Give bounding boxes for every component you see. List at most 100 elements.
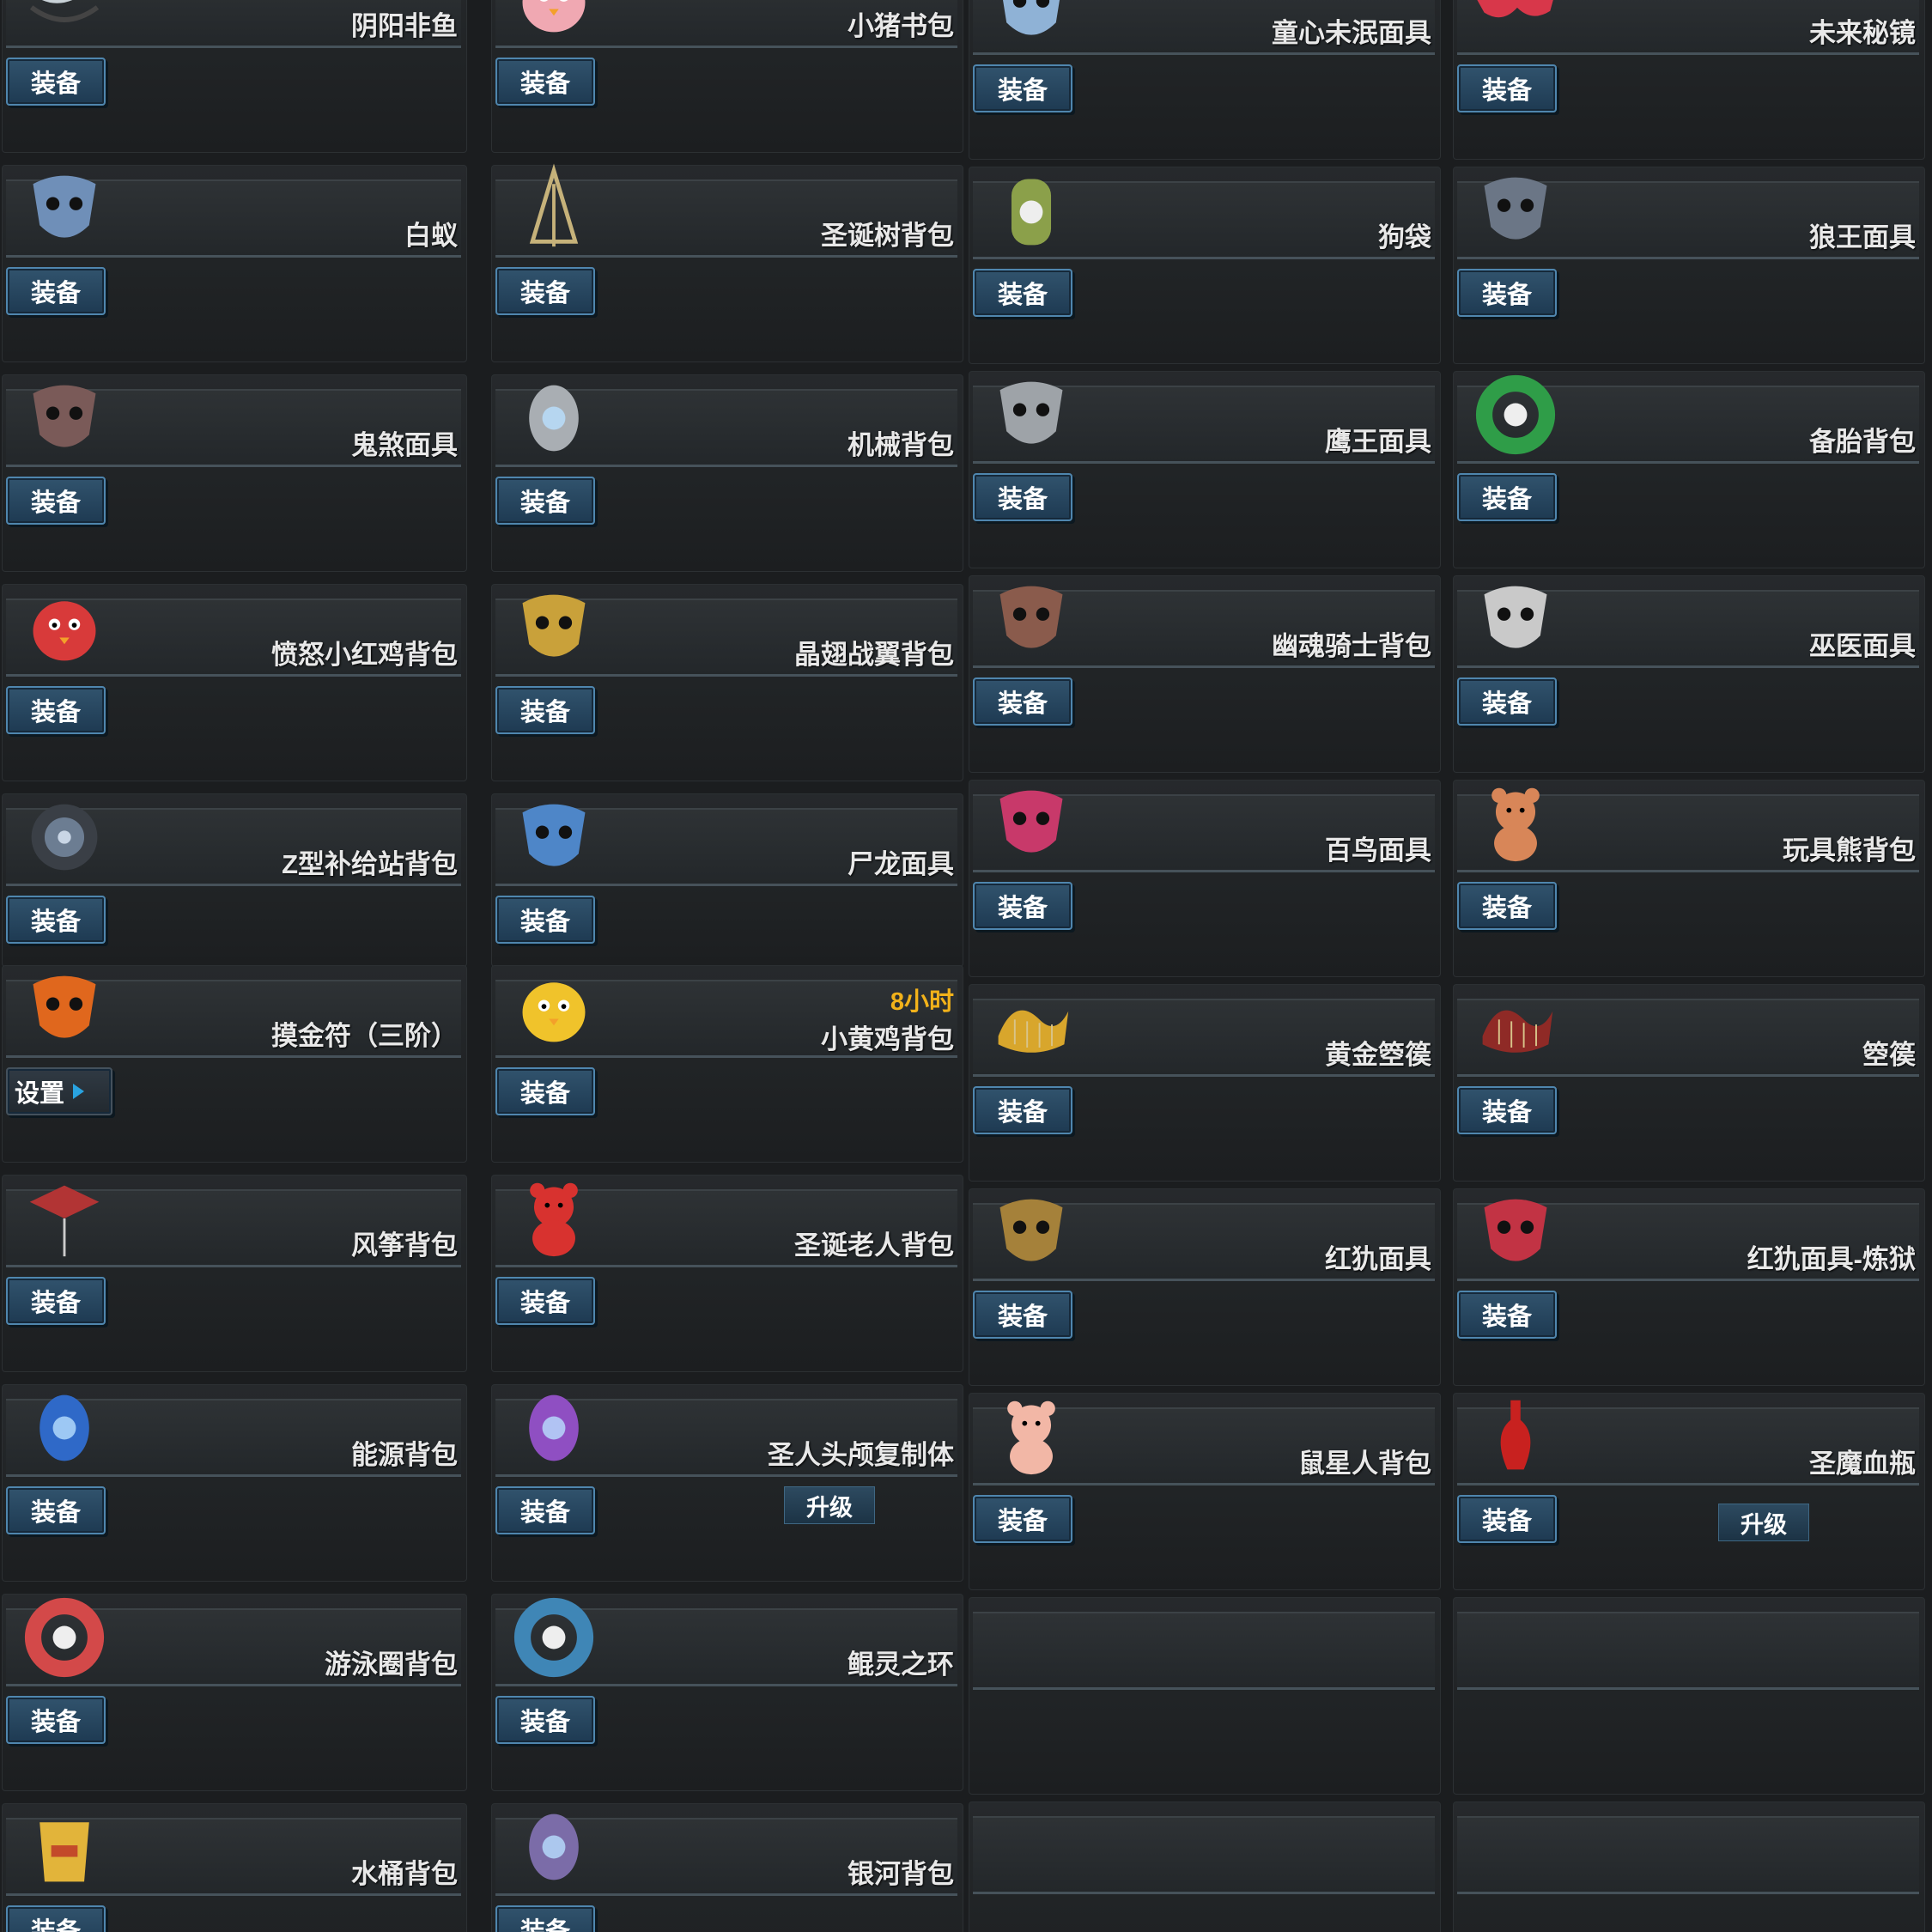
item-thumbnail: [511, 794, 597, 880]
equip-button[interactable]: 装备: [973, 269, 1072, 317]
energy-pack-icon: [39, 1394, 89, 1461]
item-card[interactable]: 黄金箜篌装备: [969, 984, 1441, 1182]
item-card[interactable]: 愤怒小红鸡背包 装备: [2, 584, 467, 781]
item-name: 机械背包: [848, 430, 954, 460]
item-card[interactable]: 8小时 小黄鸡背包 装备: [491, 965, 963, 1163]
kun-ring-icon: [513, 1597, 594, 1678]
item-name: 圣魔血瓶: [1809, 1449, 1916, 1479]
christmas-tree-icon: [529, 163, 579, 247]
equip-button[interactable]: 装备: [973, 1291, 1072, 1339]
equip-button[interactable]: 装备: [973, 677, 1072, 726]
equip-button[interactable]: 装备: [495, 896, 595, 944]
equip-button[interactable]: 装备: [6, 267, 106, 315]
item-card[interactable]: 鲲灵之环 装备: [491, 1594, 963, 1791]
item-card[interactable]: 摸金符（三阶） 设置: [2, 965, 467, 1163]
item-thumbnail: [511, 0, 597, 42]
equip-button[interactable]: 装备: [1457, 677, 1557, 726]
equip-button[interactable]: 装备: [1457, 269, 1557, 317]
equip-button[interactable]: 装备: [1457, 1086, 1557, 1134]
item-card[interactable]: 银河背包 装备: [491, 1803, 963, 1932]
item-card[interactable]: Z型补给站背包装备: [2, 793, 467, 967]
item-card[interactable]: 备胎背包 装备: [1453, 371, 1925, 568]
upgrade-button[interactable]: 升级: [1718, 1504, 1809, 1541]
equip-button[interactable]: 装备: [1457, 473, 1557, 521]
equip-button[interactable]: 装备: [6, 1486, 106, 1534]
equip-button[interactable]: 装备: [1457, 1291, 1557, 1339]
item-card[interactable]: 白蚁 装备: [2, 165, 467, 362]
item-thumbnail: [511, 1385, 597, 1471]
item-thumbnail: [511, 1804, 597, 1890]
equip-button[interactable]: 装备: [1457, 64, 1557, 112]
item-card[interactable]: 未来秘镜 装备: [1453, 0, 1925, 160]
item-card[interactable]: 圣人头颅复制体 装备 升级: [491, 1384, 963, 1582]
item-thumbnail: [21, 1595, 107, 1680]
equip-button[interactable]: 装备: [973, 64, 1072, 112]
item-name: 黄金箜篌: [1325, 1040, 1431, 1070]
item-thumbnail: [511, 163, 597, 252]
dog-bag-icon: [1011, 179, 1052, 246]
item-card[interactable]: 晶翅战翼背包 装备: [491, 584, 963, 781]
item-card[interactable]: 水桶背包 装备: [2, 1803, 467, 1932]
equip-button[interactable]: 装备: [6, 58, 106, 106]
item-card[interactable]: 尸龙面具 装备: [491, 793, 963, 967]
item-card[interactable]: 红犰面具 装备: [969, 1188, 1441, 1386]
item-card[interactable]: 鼠星人背包 装备: [969, 1393, 1441, 1590]
item-thumbnail: [21, 966, 107, 1052]
set-button[interactable]: 设置: [6, 1067, 112, 1115]
item-thumbnail: [21, 1385, 107, 1471]
equip-button[interactable]: 装备: [1457, 1495, 1557, 1543]
item-card[interactable]: 鹰王面具 装备: [969, 371, 1441, 568]
item-card[interactable]: 机械背包装备: [491, 374, 963, 572]
equip-button[interactable]: 装备: [495, 1696, 595, 1744]
item-thumbnail: [988, 985, 1074, 1071]
upgrade-button[interactable]: 升级: [784, 1486, 875, 1524]
equip-button[interactable]: 装备: [6, 896, 106, 944]
equip-button[interactable]: 装备: [495, 1905, 595, 1932]
item-card[interactable]: 幽魂骑士背包 装备: [969, 575, 1441, 773]
equip-button[interactable]: 装备: [495, 1067, 595, 1115]
item-card[interactable]: 圣魔血瓶装备 升级: [1453, 1393, 1925, 1590]
item-card[interactable]: 阴阳非鱼 装备: [2, 0, 467, 153]
item-card[interactable]: 圣诞树背包 装备: [491, 163, 963, 362]
equip-button[interactable]: 装备: [6, 686, 106, 734]
equip-button[interactable]: 装备: [973, 882, 1072, 930]
equip-button[interactable]: 装备: [495, 1486, 595, 1534]
item-thumbnail: [511, 585, 597, 671]
item-card[interactable]: 小猪书包 装备: [491, 0, 963, 153]
item-card[interactable]: 能源背包 装备: [2, 1384, 467, 1582]
equip-button[interactable]: 装备: [495, 58, 595, 106]
equip-button[interactable]: 装备: [6, 477, 106, 525]
equip-button[interactable]: 装备: [6, 1277, 106, 1325]
item-card[interactable]: 红犰面具-炼狱 装备: [1453, 1188, 1925, 1386]
item-name: 风筝背包: [351, 1230, 458, 1261]
equip-button[interactable]: 装备: [973, 1495, 1072, 1543]
equip-button[interactable]: 装备: [6, 1696, 106, 1744]
equip-button[interactable]: 装备: [973, 1086, 1072, 1134]
equip-button[interactable]: 装备: [495, 686, 595, 734]
item-name-bar: [973, 1612, 1435, 1690]
item-thumbnail: [21, 1804, 107, 1890]
item-card[interactable]: 百鸟面具 装备: [969, 780, 1441, 977]
item-thumbnail: [511, 966, 597, 1052]
item-card[interactable]: 巫医面具 装备: [1453, 575, 1925, 773]
item-card[interactable]: 鬼煞面具 装备: [2, 374, 467, 572]
item-thumbnail: [511, 375, 597, 461]
item-thumbnail: [988, 781, 1074, 866]
item-thumbnail: [21, 0, 107, 42]
item-card[interactable]: 游泳圈背包 装备: [2, 1594, 467, 1791]
equip-button[interactable]: 装备: [495, 477, 595, 525]
equip-button[interactable]: 装备: [495, 267, 595, 315]
item-thumbnail: [511, 1176, 597, 1261]
equip-button[interactable]: 装备: [973, 473, 1072, 521]
item-card[interactable]: 风筝背包装备: [2, 1175, 467, 1372]
equip-button[interactable]: 装备: [495, 1277, 595, 1325]
item-name: Z型补给站背包: [282, 849, 458, 879]
item-card[interactable]: 箜篌 装备: [1453, 984, 1925, 1182]
equip-button[interactable]: 装备: [1457, 882, 1557, 930]
item-card[interactable]: 狼王面具 装备: [1453, 167, 1925, 364]
item-card[interactable]: 童心未泯面具 装备: [969, 0, 1441, 160]
equip-button[interactable]: 装备: [6, 1905, 106, 1932]
item-card[interactable]: 玩具熊背包 装备: [1453, 780, 1925, 977]
item-card[interactable]: 圣诞老人背包 装备: [491, 1175, 963, 1372]
item-card[interactable]: 狗袋 装备: [969, 167, 1441, 364]
